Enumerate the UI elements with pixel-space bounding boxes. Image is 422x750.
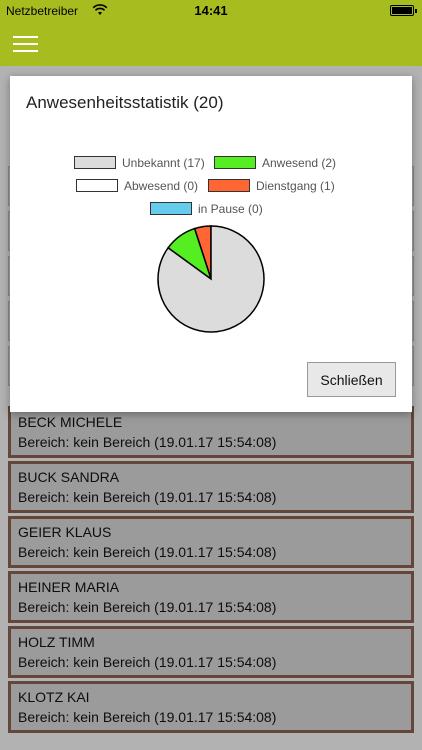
legend-label: in Pause (0): [198, 202, 263, 216]
legend-label: Abwesend (0): [124, 179, 199, 193]
navigation-bar: [0, 22, 422, 66]
legend-item-abwesend: Abwesend (0): [76, 179, 216, 195]
attendance-pie-chart: [157, 225, 265, 333]
status-bar: Netzbetreiber 14:41: [0, 0, 422, 22]
close-button[interactable]: Schließen: [307, 362, 396, 397]
battery-icon: [390, 5, 417, 16]
clock: 14:41: [194, 3, 228, 18]
legend-swatch: [208, 179, 250, 192]
legend-item-dienstgang: Dienstgang (1): [208, 179, 348, 195]
hamburger-menu-icon[interactable]: [13, 34, 38, 54]
dialog-title: Anwesenheitsstatistik (20): [26, 93, 224, 112]
legend-swatch: [76, 179, 118, 192]
legend-label: Unbekannt (17): [122, 156, 205, 170]
legend-swatch: [214, 156, 256, 169]
legend-item-in-pause: in Pause (0): [150, 202, 290, 218]
legend-swatch: [74, 156, 116, 169]
legend-swatch: [150, 202, 192, 215]
legend-label: Dienstgang (1): [256, 179, 335, 193]
legend-label: Anwesend (2): [262, 156, 337, 170]
legend-item-anwesend: Anwesend (2): [214, 156, 354, 172]
statistics-dialog: Anwesenheitsstatistik (20) Unbekannt (17…: [10, 76, 412, 412]
legend-item-unbekannt: Unbekannt (17): [74, 156, 214, 172]
